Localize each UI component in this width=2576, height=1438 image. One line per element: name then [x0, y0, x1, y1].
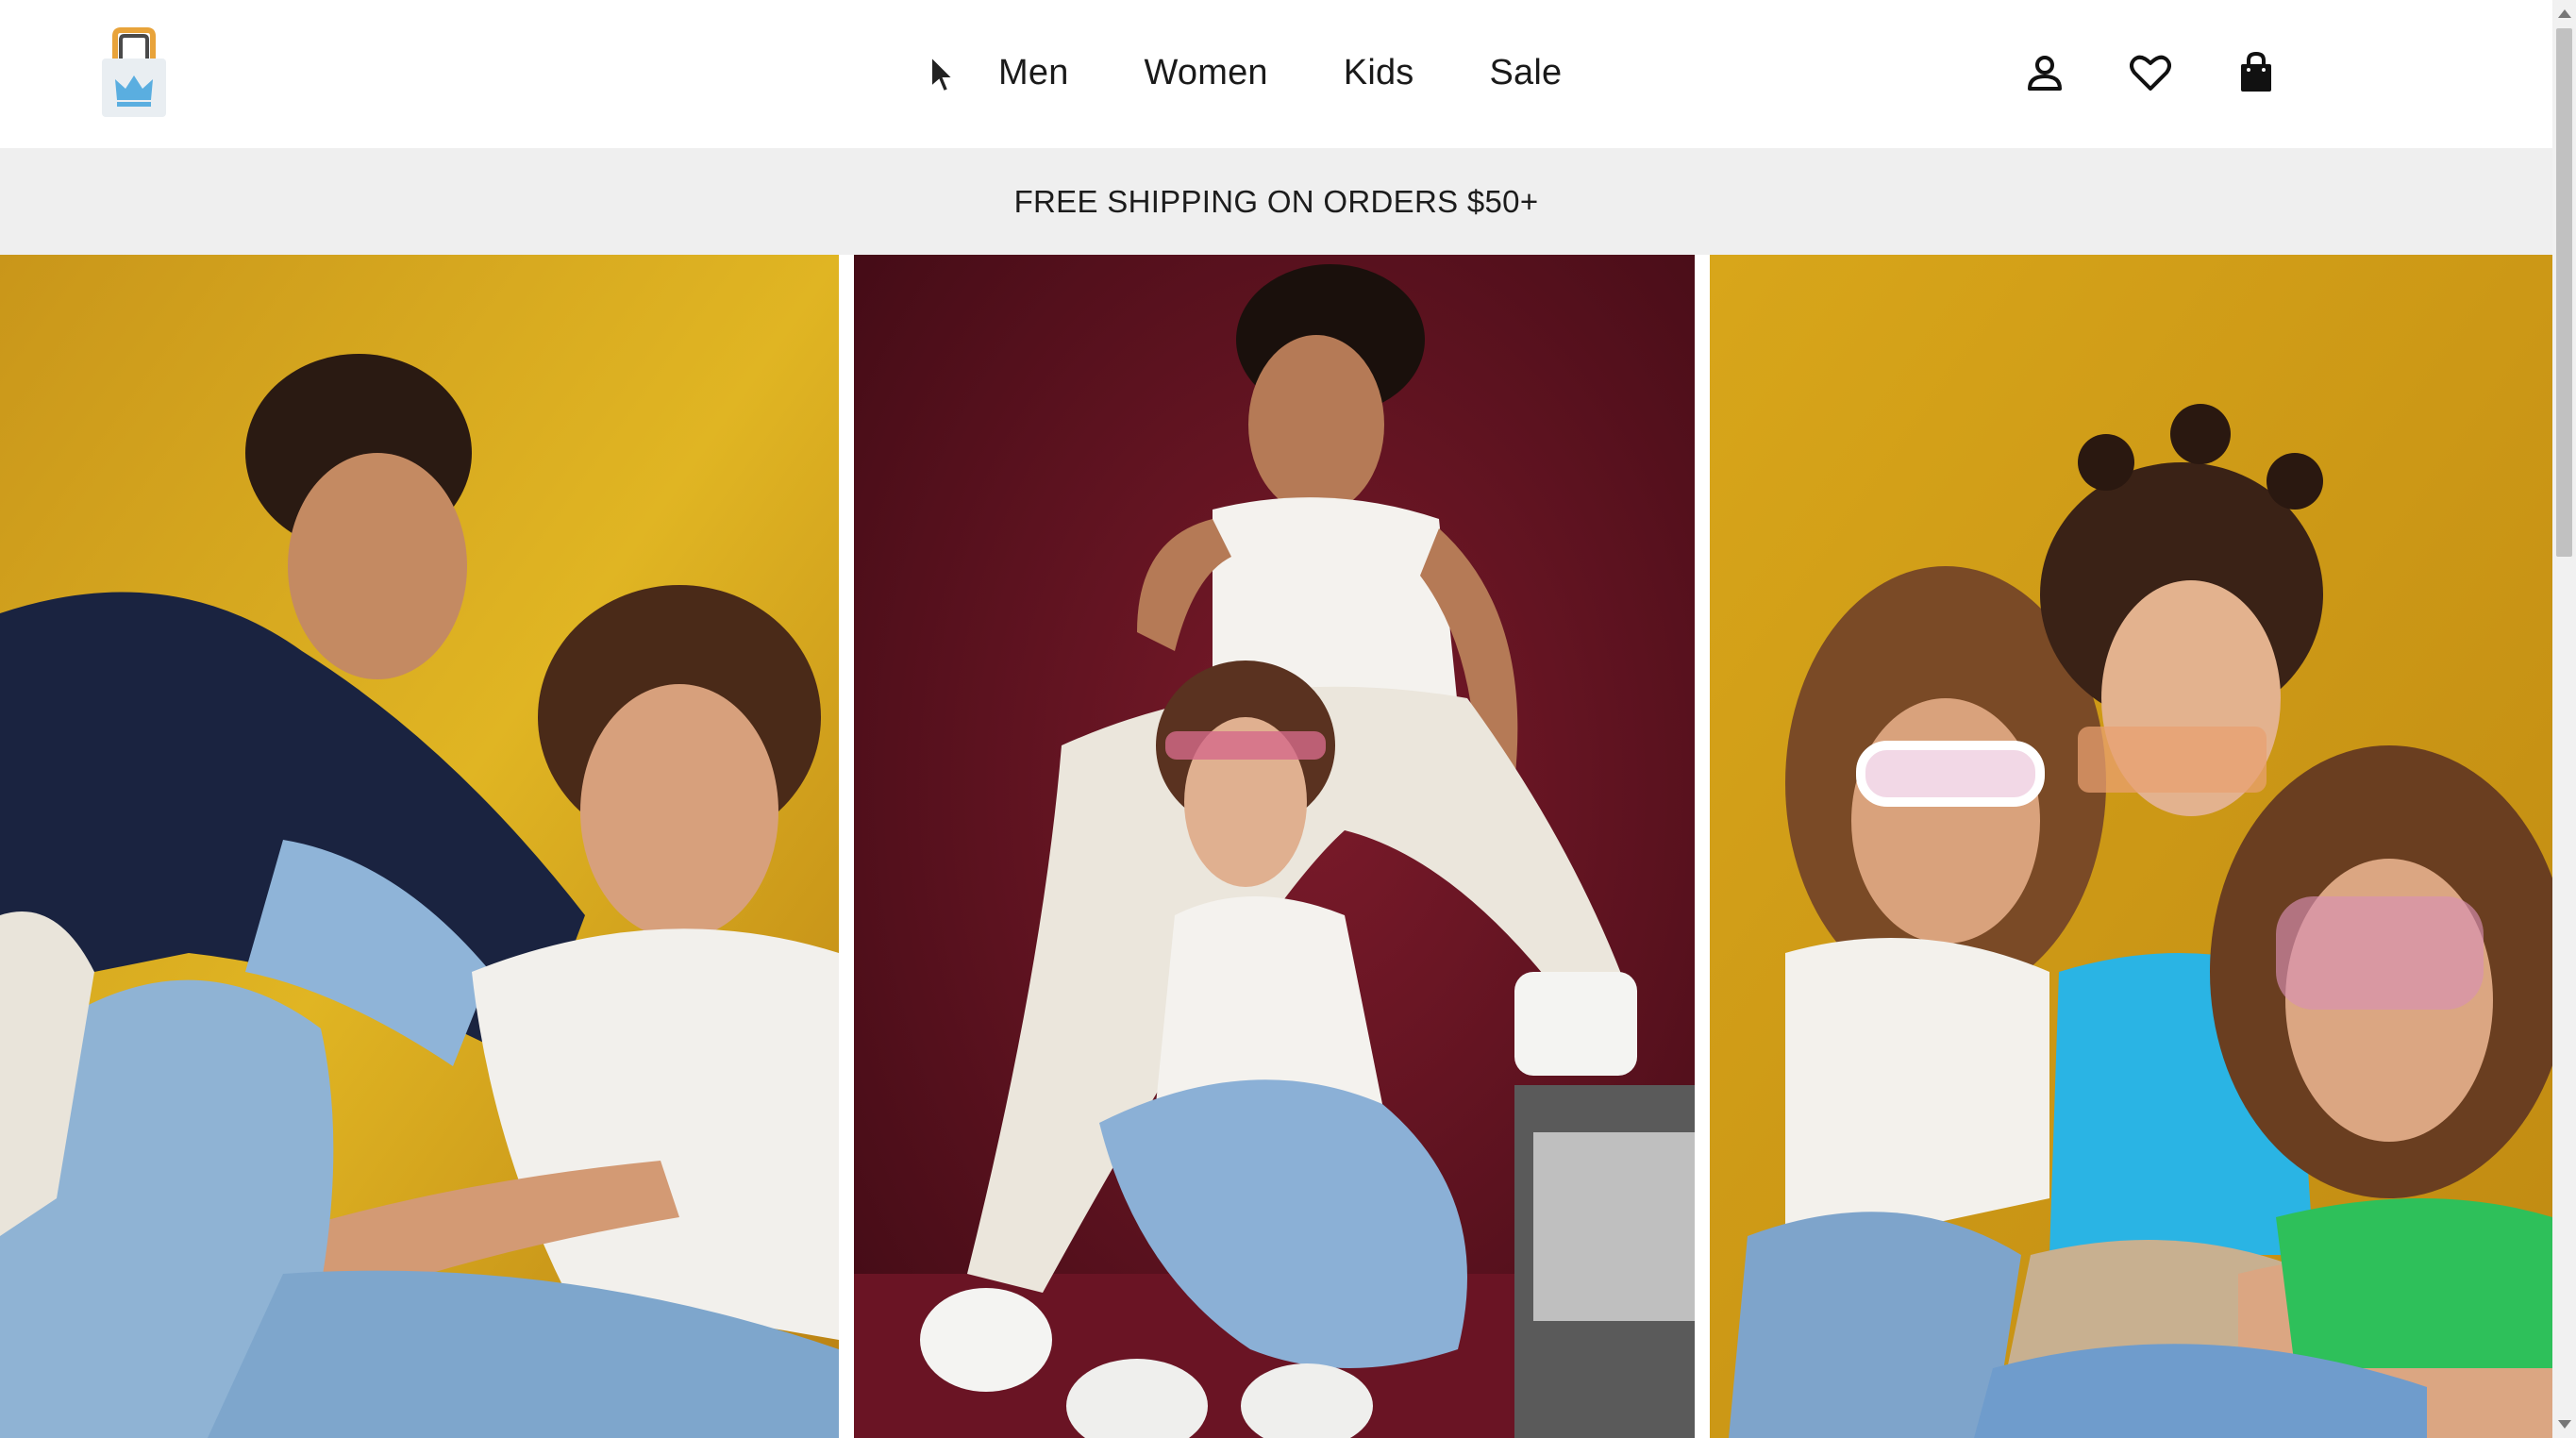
hero-photo-duo-burgundy[interactable] [854, 255, 1695, 1438]
nav-sale[interactable]: Sale [1490, 53, 1563, 93]
hero-grid [0, 255, 2552, 1438]
scroll-up-arrow-icon[interactable] [2558, 9, 2571, 18]
page-scrollbar[interactable] [2552, 0, 2576, 1438]
promo-text: FREE SHIPPING ON ORDERS $50+ [1013, 183, 1539, 219]
site-header: Men Women Kids Sale [0, 0, 2552, 148]
logo[interactable] [100, 26, 168, 119]
crown-shopping-bag-logo [102, 27, 166, 117]
account-icon[interactable] [2024, 51, 2066, 94]
nav-kids[interactable]: Kids [1344, 53, 1414, 93]
main-nav: Men Women Kids Sale [998, 47, 1562, 98]
wishlist-heart-icon[interactable] [2130, 51, 2171, 94]
mouse-cursor-icon [929, 54, 956, 94]
scroll-down-arrow-icon[interactable] [2558, 1420, 2571, 1429]
scrollbar-thumb[interactable] [2556, 28, 2572, 557]
promo-banner[interactable]: FREE SHIPPING ON ORDERS $50+ [0, 148, 2552, 255]
shopping-bag-icon[interactable] [2235, 51, 2277, 94]
nav-men[interactable]: Men [998, 53, 1069, 93]
header-actions [2024, 51, 2277, 94]
hero-photo-couple-yellow[interactable] [0, 255, 839, 1438]
hero-photo-trio-yellow[interactable] [1710, 255, 2552, 1438]
nav-women[interactable]: Women [1145, 53, 1268, 93]
